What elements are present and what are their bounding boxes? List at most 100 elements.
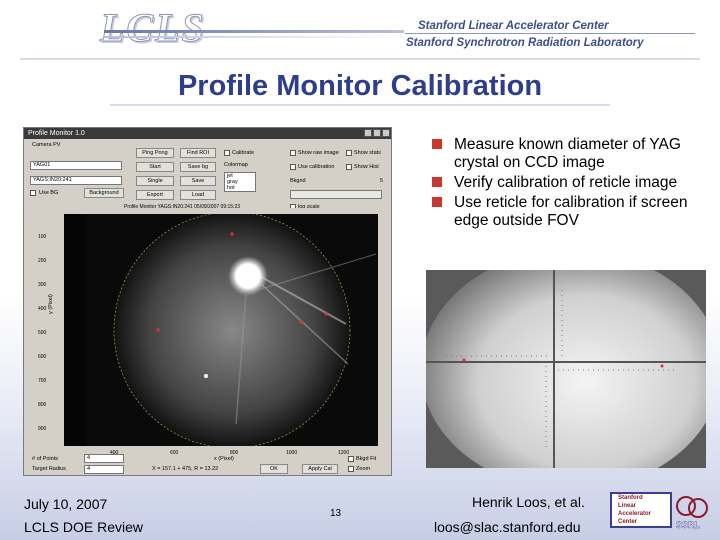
bkgnd-slider[interactable]	[290, 190, 382, 199]
zoom-checkbox[interactable]	[348, 466, 354, 472]
reticle-image	[426, 270, 706, 468]
colormap-option[interactable]: hot	[227, 185, 255, 191]
slide-title: Profile Monitor Calibration	[177, 70, 543, 102]
y-tick-label: 200	[38, 258, 47, 264]
footer-email: loos@slac.stanford.edu	[434, 519, 581, 535]
logo-bar	[104, 30, 404, 33]
apply-cal-button[interactable]: Apply Cal	[302, 464, 338, 474]
profile-monitor-window: Profile Monitor 1.0 Camera PV YAG01 YAGS…	[23, 127, 392, 476]
y-axis-label: y (Pixel)	[48, 294, 54, 314]
slide: LCLS Stanford Linear Accelerator Center …	[0, 0, 720, 540]
y-tick-label: 500	[38, 330, 47, 336]
footer-date: July 10, 2007	[24, 496, 108, 512]
colormap-label: Colormap	[224, 162, 248, 168]
camera-image[interactable]	[86, 214, 378, 446]
find-roi-button[interactable]: Find ROI	[180, 148, 216, 158]
bullet-item: Use reticle for calibration if screen ed…	[428, 194, 708, 230]
header-rule	[405, 33, 695, 34]
target-radius-label: Target Radius	[32, 466, 66, 472]
ssrl-logo-text: SSRL	[676, 520, 701, 530]
close-icon[interactable]	[382, 129, 390, 137]
show-hist-checkbox[interactable]	[346, 164, 352, 170]
org-name-slac: Stanford Linear Accelerator Center	[418, 20, 609, 32]
minimize-icon[interactable]	[364, 129, 372, 137]
slac-logo-line: Linear	[618, 503, 637, 509]
window-title-bar: Profile Monitor 1.0	[24, 128, 391, 139]
bkgd-fit-label: Bkgd Fit	[356, 456, 377, 462]
y-tick-label: 600	[38, 354, 47, 360]
slac-logo-line: Center	[618, 519, 638, 525]
bullet-text: Verify calibration of reticle image	[454, 174, 678, 191]
num-points-field[interactable]: 4	[84, 454, 124, 463]
camera-select[interactable]: YAG01	[30, 161, 122, 170]
background-button[interactable]: Background	[84, 188, 124, 198]
colormap-list[interactable]: jet gray hot	[224, 172, 256, 192]
footer-author: Henrik Loos, et al.	[472, 494, 585, 510]
y-tick-label: 100	[38, 234, 47, 240]
load-button[interactable]: Load	[180, 190, 216, 200]
bullet-square-icon	[432, 197, 442, 207]
x-tick-label: 1000	[286, 450, 298, 456]
zoom-label: Zoom	[356, 466, 371, 472]
bkgd-fit-checkbox[interactable]	[348, 456, 354, 462]
ping-pong-button[interactable]: Ping Pong	[136, 148, 174, 158]
y-tick-label: 800	[38, 402, 47, 408]
yag-crystal-image	[113, 214, 377, 446]
bkgnd-value: 5	[380, 178, 384, 184]
ok-button[interactable]: OK	[260, 464, 288, 474]
use-bg-label: Use BG	[39, 190, 59, 196]
show-stats-checkbox[interactable]	[346, 150, 352, 156]
org-name-ssrl: Stanford Synchrotron Radiation Laborator…	[406, 37, 644, 49]
calibrate-label: Calibrate	[232, 150, 255, 156]
show-stats-label: Show stats	[354, 150, 381, 156]
footer-event: LCLS DOE Review	[24, 519, 144, 535]
bullet-item: Measure known diameter of YAG crystal on…	[428, 136, 708, 172]
bullet-text: Measure known diameter of YAG crystal on…	[454, 136, 681, 171]
export-button[interactable]: Export	[136, 190, 174, 200]
logo-bar-lower	[104, 36, 404, 38]
header-divider	[20, 58, 700, 60]
y-tick-label: 300	[38, 282, 47, 288]
camera-image-border	[64, 214, 88, 446]
slac-logo-line: Stanford	[618, 495, 643, 501]
readout: X = 157.1 + 475, R = 13.22	[152, 466, 219, 472]
pv-name-field[interactable]: YAGS:IN20:241	[30, 176, 122, 185]
author-name: Henrik Loos, et al.	[472, 494, 585, 510]
single-button[interactable]: Single	[136, 176, 174, 186]
y-tick-label: 400	[38, 306, 47, 312]
bullet-list: Measure known diameter of YAG crystal on…	[428, 136, 708, 232]
slac-logo-line: Accelerator	[618, 511, 652, 517]
header: LCLS Stanford Linear Accelerator Center …	[0, 0, 720, 58]
show-raw-label: Show raw image	[298, 150, 339, 156]
use-calibration-label: Use calibration	[298, 164, 335, 170]
save-button[interactable]: Save	[180, 176, 216, 186]
ssrl-logo-icon: SSRL	[676, 496, 708, 530]
bkgnd-label: Bkgnd	[290, 178, 306, 184]
page-number: 13	[330, 508, 342, 519]
lcls-logo: LCLS	[100, 5, 206, 51]
save-bg-button[interactable]: Save bg	[180, 162, 216, 172]
x-axis-label: x (Pixel)	[214, 456, 234, 462]
bullet-text: Use reticle for calibration if screen ed…	[454, 194, 688, 229]
calibrate-checkbox[interactable]	[224, 150, 230, 156]
camera-pv-label: Camera PV	[32, 142, 61, 148]
reticle-photo	[426, 270, 706, 468]
ssrl-logo: SSRL	[670, 490, 714, 534]
window-title: Profile Monitor 1.0	[28, 130, 85, 137]
bullet-square-icon	[432, 139, 442, 149]
target-radius-field[interactable]: 4	[84, 465, 124, 474]
num-points-label: # of Points	[32, 456, 58, 462]
show-raw-checkbox[interactable]	[290, 150, 296, 156]
x-tick-label: 600	[170, 450, 179, 456]
bullet-item: Verify calibration of reticle image	[428, 174, 708, 192]
start-button[interactable]: Start	[136, 162, 174, 172]
slac-logo: Stanford Linear Accelerator Center	[610, 492, 672, 528]
use-bg-checkbox[interactable]	[30, 190, 36, 196]
title-underline	[110, 104, 610, 106]
y-tick-label: 900	[38, 426, 47, 432]
maximize-icon[interactable]	[373, 129, 381, 137]
use-calibration-checkbox[interactable]	[290, 164, 296, 170]
y-tick-label: 700	[38, 378, 47, 384]
show-hist-label: Show Hist	[354, 164, 379, 170]
bullet-square-icon	[432, 177, 442, 187]
